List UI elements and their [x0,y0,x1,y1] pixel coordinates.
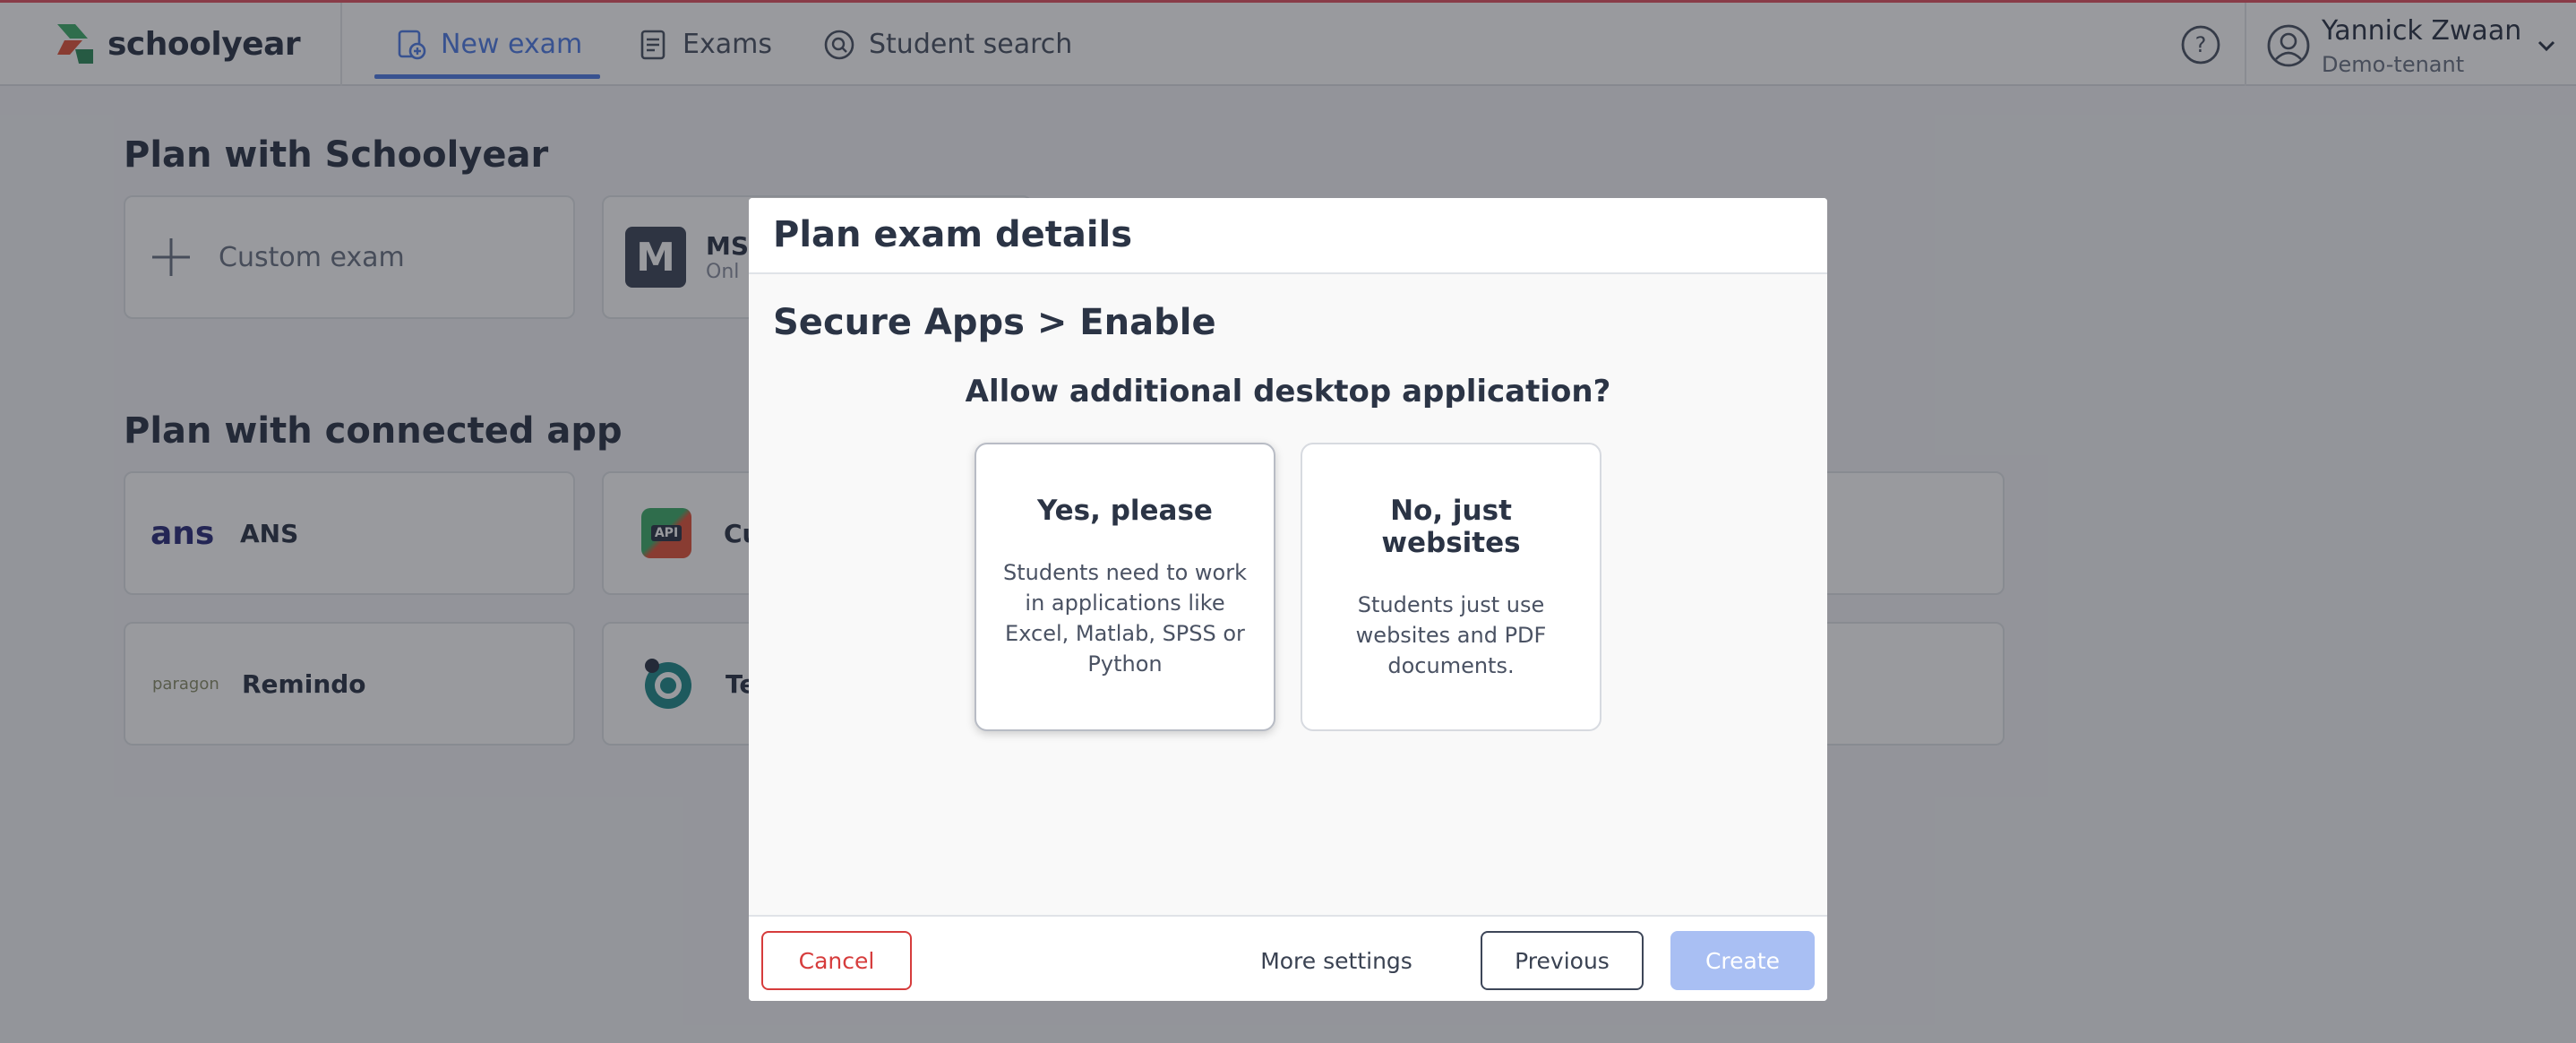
question-heading: Allow additional desktop application? [965,374,1611,409]
modal-footer: Cancel More settings Previous Create [749,915,1827,1001]
option-description: Students need to work in applications li… [1002,560,1247,677]
option-no-just-websites[interactable]: No, just websites Students just use webs… [1301,443,1601,731]
option-title: No, just websites [1381,495,1521,559]
option-description: Students just use websites and PDF docum… [1355,592,1547,678]
create-button[interactable]: Create [1670,931,1815,990]
breadcrumb: Secure Apps > Enable [773,302,1216,343]
option-yes-please[interactable]: Yes, please Students need to work in app… [975,443,1275,731]
cancel-button[interactable]: Cancel [761,931,912,990]
previous-button[interactable]: Previous [1481,931,1644,990]
modal-header: Plan exam details [749,198,1827,274]
more-settings-button[interactable]: More settings [1256,931,1417,990]
option-title: Yes, please [1037,495,1213,527]
modal-title: Plan exam details [773,214,1133,255]
plan-exam-modal: Plan exam details Secure Apps > Enable A… [749,198,1827,1001]
